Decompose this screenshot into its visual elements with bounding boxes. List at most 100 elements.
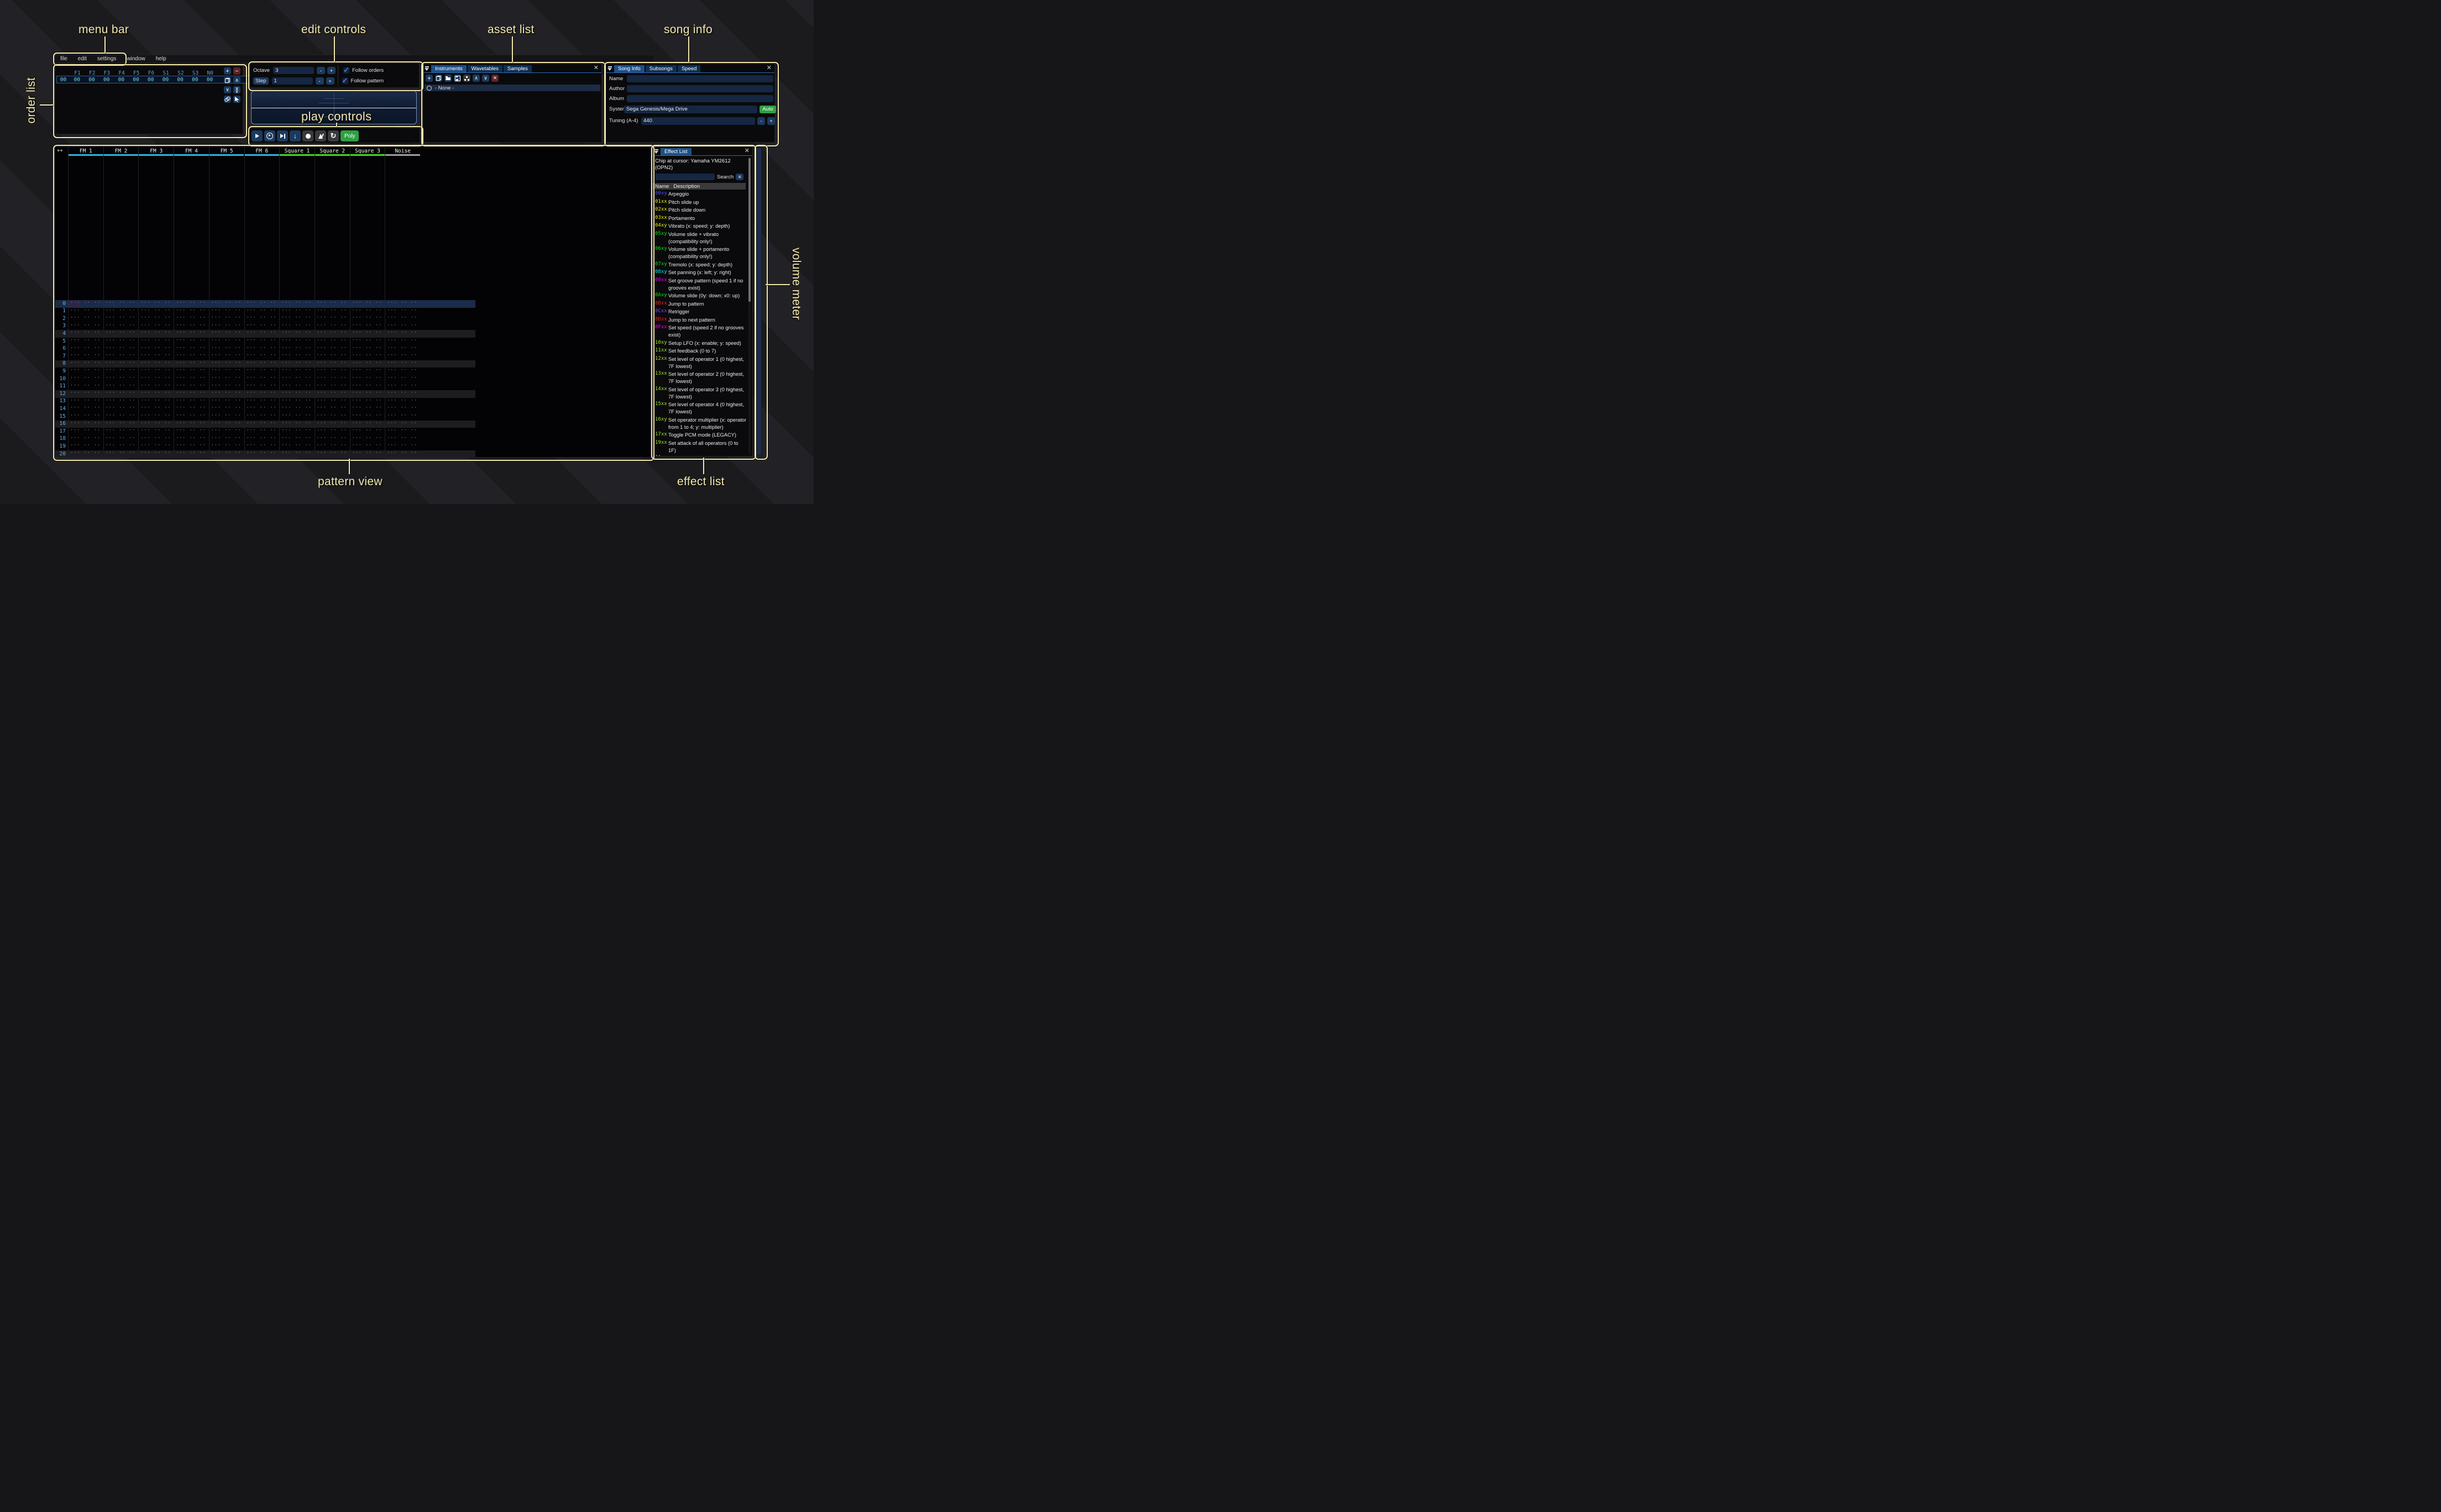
pattern-cell[interactable]: ··· ·· ·· ···· (68, 308, 103, 313)
pattern-cell[interactable]: ··· ·· ·· ···· (138, 398, 174, 403)
hamburger-icon[interactable]: ≡ (736, 174, 743, 180)
pattern-cell[interactable]: ··· ·· ·· ···· (385, 443, 420, 448)
open-button[interactable] (444, 75, 452, 82)
pattern-cell[interactable]: ··· ·· ·· ···· (385, 375, 420, 381)
tab-samples[interactable]: Samples (504, 65, 532, 72)
step-row-button[interactable]: ↓ (290, 130, 301, 141)
close-icon[interactable]: ✕ (745, 148, 750, 154)
pattern-cell[interactable]: ··· ·· ·· ···· (174, 375, 209, 381)
close-icon[interactable]: ✕ (594, 65, 599, 71)
pattern-cell[interactable]: ··· ·· ·· ···· (138, 405, 174, 411)
effect-row-00xy[interactable]: 00xyArpeggio (655, 191, 747, 198)
pattern-cell[interactable]: ··· ·· ·· ···· (385, 353, 420, 358)
effect-row-0Fxx[interactable]: 0FxxSet speed (speed 2 if no grooves exi… (655, 324, 747, 339)
pattern-cell[interactable]: ··· ·· ·· ···· (209, 390, 244, 396)
move-up-button[interactable]: ∧ (473, 75, 480, 82)
repeat-pattern-button[interactable]: ↻ (328, 130, 339, 141)
tab-subsongs[interactable]: Subsongs (646, 65, 677, 72)
pattern-cell[interactable]: ··· ·· ·· ···· (279, 353, 315, 358)
pattern-cell[interactable]: ··· ·· ·· ···· (244, 315, 279, 321)
pattern-cell[interactable]: ··· ·· ·· ···· (315, 360, 350, 366)
pattern-row-5[interactable]: 5··· ·· ·· ······· ·· ·· ······· ·· ·· ·… (55, 338, 475, 345)
pattern-cell[interactable]: ··· ·· ·· ···· (385, 405, 420, 411)
pattern-cell[interactable]: ··· ·· ·· ···· (244, 300, 279, 306)
pattern-cell[interactable]: ··· ·· ·· ···· (315, 405, 350, 411)
order-cell[interactable]: 00 (85, 77, 99, 83)
pattern-cell[interactable]: ··· ·· ·· ···· (68, 383, 103, 389)
pattern-cell[interactable]: ··· ·· ·· ···· (209, 428, 244, 433)
pattern-cell[interactable]: ··· ·· ·· ···· (209, 300, 244, 306)
pattern-cell[interactable]: ··· ·· ·· ···· (385, 450, 420, 456)
step-plus-button[interactable]: + (326, 77, 334, 85)
pattern-cell[interactable]: ··· ·· ·· ···· (103, 353, 139, 358)
pattern-cell[interactable]: ··· ·· ·· ···· (244, 421, 279, 426)
pattern-cell[interactable]: ··· ·· ·· ···· (350, 443, 385, 448)
pattern-cell[interactable]: ··· ·· ·· ···· (315, 368, 350, 373)
pattern-cell[interactable]: ··· ·· ·· ···· (209, 338, 244, 343)
pattern-cell[interactable]: ··· ·· ·· ···· (174, 315, 209, 321)
pattern-cell[interactable]: ··· ·· ·· ···· (244, 338, 279, 343)
order-cell[interactable]: 00 (99, 77, 114, 83)
pattern-cell[interactable]: ··· ·· ·· ···· (68, 323, 103, 328)
pattern-cell[interactable]: ··· ·· ·· ···· (279, 413, 315, 418)
pattern-cell[interactable]: ··· ·· ·· ···· (174, 435, 209, 441)
pattern-cell[interactable]: ··· ·· ·· ···· (138, 315, 174, 321)
pattern-cell[interactable]: ··· ·· ·· ···· (350, 315, 385, 321)
effect-row-04xy[interactable]: 04xyVibrato (x: speed; y: depth) (655, 223, 747, 230)
pattern-cell[interactable]: ··· ·· ·· ···· (174, 353, 209, 358)
effect-search-input[interactable] (655, 174, 715, 180)
pattern-cell[interactable]: ··· ·· ·· ···· (68, 390, 103, 396)
pattern-cell[interactable]: ··· ·· ·· ···· (350, 383, 385, 389)
pattern-cell[interactable]: ··· ·· ·· ···· (279, 405, 315, 411)
pattern-cell[interactable]: ··· ·· ·· ···· (209, 398, 244, 403)
pattern-cell[interactable]: ··· ·· ·· ···· (279, 300, 315, 306)
add-button[interactable]: + (426, 75, 433, 82)
pattern-cell[interactable]: ··· ·· ·· ···· (209, 323, 244, 328)
octave-input[interactable]: 3 (273, 67, 314, 74)
pattern-cell[interactable]: ··· ·· ·· ···· (385, 315, 420, 321)
auto-system-button[interactable]: Auto (759, 106, 776, 113)
pattern-cell[interactable]: ··· ·· ·· ···· (350, 338, 385, 343)
pattern-cell[interactable]: ··· ·· ·· ···· (315, 323, 350, 328)
pattern-cell[interactable]: ··· ·· ·· ···· (244, 413, 279, 418)
pattern-cell[interactable]: ··· ·· ·· ···· (385, 308, 420, 313)
pattern-cell[interactable]: ··· ·· ·· ···· (315, 353, 350, 358)
scrollbar[interactable] (748, 157, 751, 454)
pattern-cell[interactable]: ··· ·· ·· ···· (209, 375, 244, 381)
pattern-cell[interactable]: ··· ·· ·· ···· (315, 428, 350, 433)
step-minus-button[interactable]: - (316, 77, 324, 85)
menu-item-file[interactable]: file (60, 56, 67, 62)
effect-row-08xy[interactable]: 08xySet panning (x: left; y: right) (655, 269, 747, 276)
effect-row-05xy[interactable]: 05xyVolume slide + vibrato (compatibilit… (655, 231, 747, 245)
move-up-button[interactable]: ∧ (233, 77, 240, 84)
pattern-cell[interactable]: ··· ·· ·· ···· (350, 421, 385, 426)
pattern-cell[interactable]: ··· ·· ·· ···· (209, 413, 244, 418)
album-input[interactable] (627, 95, 773, 102)
effect-row-10xy[interactable]: 10xySetup LFO (x: enable; y: speed) (655, 340, 747, 347)
octave-plus-button[interactable]: + (327, 67, 336, 74)
pattern-row-1[interactable]: 1··· ·· ·· ······· ·· ·· ······· ·· ·· ·… (55, 308, 475, 316)
effect-row-19xx[interactable]: 19xxSet attack of all operators (0 to 1F… (655, 440, 747, 454)
name-input[interactable] (627, 75, 773, 82)
pattern-cell[interactable]: ··· ·· ·· ···· (174, 323, 209, 328)
pattern-cell[interactable]: ··· ·· ·· ···· (68, 368, 103, 373)
pattern-cell[interactable]: ··· ·· ·· ···· (103, 345, 139, 351)
change-all-button[interactable] (233, 96, 240, 103)
pattern-cell[interactable]: ··· ·· ·· ···· (279, 345, 315, 351)
remove-button[interactable]: − (233, 67, 240, 75)
pattern-cell[interactable]: ··· ·· ·· ···· (68, 435, 103, 441)
pattern-cell[interactable]: ··· ·· ·· ···· (315, 413, 350, 418)
pattern-cell[interactable]: ··· ·· ·· ···· (138, 330, 174, 335)
pattern-cell[interactable]: ··· ·· ·· ···· (174, 398, 209, 403)
pattern-cell[interactable]: ··· ·· ·· ···· (350, 398, 385, 403)
effect-row-13xx[interactable]: 13xxSet level of operator 2 (0 highest, … (655, 371, 747, 385)
pattern-row-14[interactable]: 14··· ·· ·· ······· ·· ·· ······· ·· ·· … (55, 405, 475, 413)
pattern-cell[interactable]: ··· ·· ·· ···· (350, 323, 385, 328)
pattern-cell[interactable]: ··· ·· ·· ···· (209, 360, 244, 366)
tab-instruments[interactable]: Instruments (431, 65, 467, 72)
pattern-cell[interactable]: ··· ·· ·· ···· (138, 368, 174, 373)
pattern-cell[interactable]: ··· ·· ·· ···· (103, 338, 139, 343)
menu-item-edit[interactable]: edit (78, 56, 87, 62)
pattern-cell[interactable]: ··· ·· ·· ···· (138, 435, 174, 441)
pattern-cell[interactable]: ··· ·· ·· ···· (315, 383, 350, 389)
